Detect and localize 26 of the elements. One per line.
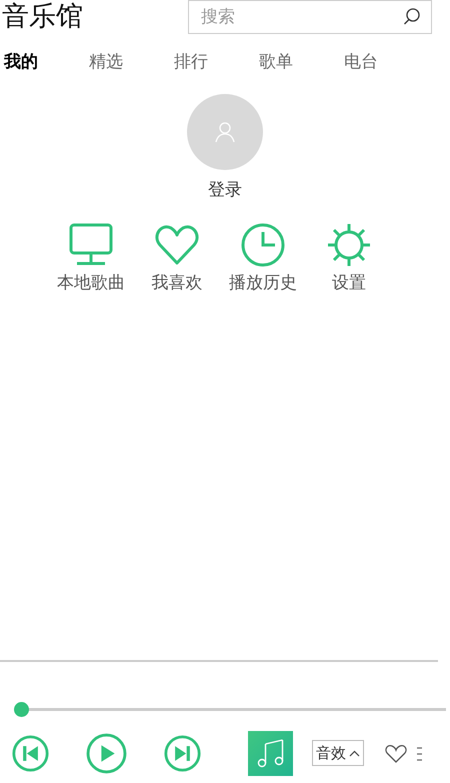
- clock-icon: [241, 223, 285, 267]
- shortcut-button[interactable]: 播放历史: [220, 223, 306, 296]
- search-icon: [402, 7, 422, 27]
- caret-up-icon: [349, 750, 360, 756]
- tab[interactable]: 排行: [174, 50, 259, 76]
- tab[interactable]: 精选: [89, 50, 174, 76]
- person-icon: [214, 120, 236, 142]
- next-button[interactable]: [164, 734, 201, 772]
- play-button[interactable]: [86, 732, 127, 774]
- monitor-icon: [69, 223, 113, 267]
- shortcut-button[interactable]: 本地歌曲: [48, 223, 134, 296]
- app-title: 音乐馆: [1, 0, 83, 34]
- login-link[interactable]: 登录: [208, 178, 242, 203]
- search-field[interactable]: 搜索: [188, 0, 432, 34]
- music-note-icon: [256, 738, 286, 768]
- list-icon[interactable]: [417, 746, 422, 761]
- tab[interactable]: 我的: [4, 50, 89, 76]
- shortcut-button[interactable]: 我喜欢: [134, 223, 220, 296]
- heart-icon: [155, 223, 199, 267]
- previous-button[interactable]: [12, 734, 49, 772]
- tab[interactable]: 歌单: [259, 50, 344, 76]
- heart-icon[interactable]: [385, 744, 407, 764]
- tab[interactable]: 电台: [344, 50, 429, 76]
- shortcut-button[interactable]: 设置: [306, 223, 392, 296]
- settings-icon: [327, 223, 371, 267]
- sound-effects-button[interactable]: 音效: [312, 740, 364, 766]
